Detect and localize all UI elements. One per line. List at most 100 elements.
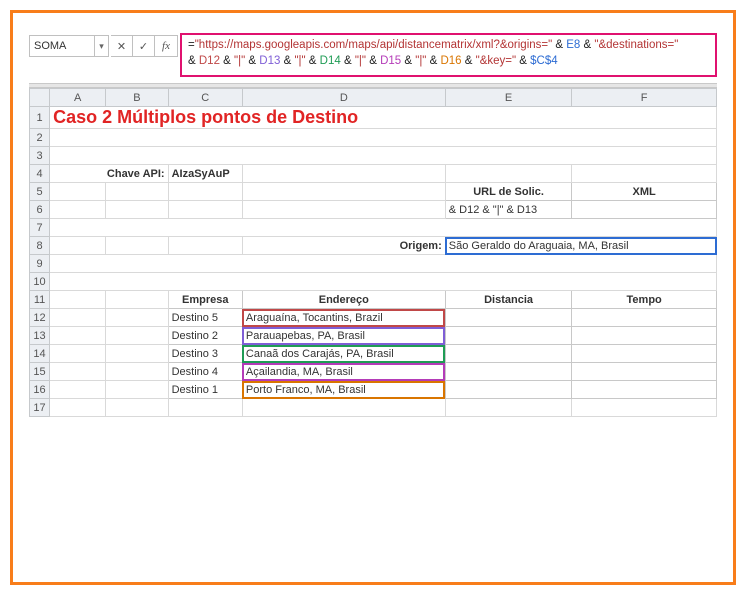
cell-D12[interactable]: Araguaína, Tocantins, Brazil	[242, 309, 445, 327]
row-header[interactable]: 7	[30, 219, 50, 237]
api-key-label[interactable]: Chave API:	[50, 165, 169, 183]
cell[interactable]	[106, 183, 168, 201]
cell[interactable]	[572, 381, 717, 399]
name-box-wrap[interactable]: ▾	[29, 35, 109, 57]
cell[interactable]	[572, 327, 717, 345]
accept-formula-button[interactable]: ✓	[133, 36, 155, 56]
row-header[interactable]: 15	[30, 363, 50, 381]
cell[interactable]	[168, 237, 242, 255]
name-box-dropdown-icon[interactable]: ▾	[94, 36, 108, 56]
cell[interactable]	[106, 201, 168, 219]
row-header[interactable]: 8	[30, 237, 50, 255]
row-header[interactable]: 2	[30, 129, 50, 147]
cell[interactable]	[50, 399, 106, 417]
cell-C4-api-key[interactable]: AIzaSyAuP	[168, 165, 242, 183]
cell[interactable]	[50, 237, 106, 255]
table-row[interactable]: Destino 1	[168, 381, 242, 399]
row-header[interactable]: 16	[30, 381, 50, 399]
worksheet[interactable]: A B C D E F 1 Caso 2 Múltiplos pontos de…	[29, 88, 717, 417]
fx-button[interactable]: fx	[155, 36, 177, 56]
cell[interactable]	[168, 183, 242, 201]
cell[interactable]	[50, 201, 106, 219]
col-header-B[interactable]: B	[106, 89, 168, 107]
cell[interactable]	[106, 327, 168, 345]
row-header[interactable]: 13	[30, 327, 50, 345]
col-empresa[interactable]: Empresa	[168, 291, 242, 309]
cell[interactable]	[50, 381, 106, 399]
row-header[interactable]: 14	[30, 345, 50, 363]
row-header[interactable]: 17	[30, 399, 50, 417]
cell[interactable]	[168, 201, 242, 219]
row-header[interactable]: 1	[30, 107, 50, 129]
cell[interactable]	[572, 345, 717, 363]
cell-E8-origem[interactable]: São Geraldo do Araguaia, MA, Brasil	[445, 237, 716, 255]
cell[interactable]	[106, 399, 168, 417]
cell[interactable]	[50, 129, 717, 147]
cell[interactable]	[242, 201, 445, 219]
row-header[interactable]: 10	[30, 273, 50, 291]
cell[interactable]	[106, 291, 168, 309]
cell[interactable]	[242, 399, 445, 417]
cell[interactable]	[572, 363, 717, 381]
cell[interactable]	[50, 363, 106, 381]
cell[interactable]	[445, 327, 572, 345]
url-header[interactable]: URL de Solic.	[445, 183, 572, 201]
cell[interactable]	[445, 345, 572, 363]
col-tempo[interactable]: Tempo	[572, 291, 717, 309]
cell[interactable]	[50, 273, 717, 291]
row-header[interactable]: 11	[30, 291, 50, 309]
cell[interactable]	[572, 399, 717, 417]
row-header[interactable]: 4	[30, 165, 50, 183]
cell[interactable]	[445, 381, 572, 399]
row-header[interactable]: 12	[30, 309, 50, 327]
cell[interactable]	[50, 309, 106, 327]
cell-A1[interactable]: Caso 2 Múltiplos pontos de Destino	[50, 107, 717, 129]
col-distancia[interactable]: Distancia	[445, 291, 572, 309]
table-row[interactable]: Destino 2	[168, 327, 242, 345]
col-header-F[interactable]: F	[572, 89, 717, 107]
row-header[interactable]: 5	[30, 183, 50, 201]
table-row[interactable]: Destino 5	[168, 309, 242, 327]
cell[interactable]	[168, 399, 242, 417]
cell[interactable]	[242, 183, 445, 201]
xml-header[interactable]: XML	[572, 183, 717, 201]
cell[interactable]	[445, 399, 572, 417]
cell[interactable]	[445, 363, 572, 381]
row-header[interactable]: 9	[30, 255, 50, 273]
cell[interactable]	[106, 363, 168, 381]
table-row[interactable]: Destino 4	[168, 363, 242, 381]
cell-E6-editing[interactable]: & D12 & "|" & D13	[445, 201, 572, 219]
cell[interactable]	[445, 165, 572, 183]
cell-D13[interactable]: Parauapebas, PA, Brasil	[242, 327, 445, 345]
select-all-corner[interactable]	[30, 89, 50, 107]
cell[interactable]	[572, 309, 717, 327]
cell-D16[interactable]: Porto Franco, MA, Brasil	[242, 381, 445, 399]
col-header-A[interactable]: A	[50, 89, 106, 107]
cell-D15[interactable]: Açailandia, MA, Brasil	[242, 363, 445, 381]
cell[interactable]	[50, 327, 106, 345]
row-header[interactable]: 6	[30, 201, 50, 219]
cell[interactable]	[106, 309, 168, 327]
cell[interactable]	[106, 345, 168, 363]
cell[interactable]	[445, 309, 572, 327]
cell[interactable]	[50, 345, 106, 363]
cell-D14[interactable]: Canaã dos Carajás, PA, Brasil	[242, 345, 445, 363]
col-header-E[interactable]: E	[445, 89, 572, 107]
origem-label[interactable]: Origem:	[242, 237, 445, 255]
row-header[interactable]: 3	[30, 147, 50, 165]
cell[interactable]	[242, 165, 445, 183]
cancel-formula-button[interactable]: ✕	[111, 36, 133, 56]
col-endereco[interactable]: Endereço	[242, 291, 445, 309]
cell-F6[interactable]	[572, 201, 717, 219]
cell[interactable]	[572, 165, 717, 183]
name-box[interactable]	[30, 40, 94, 52]
cell[interactable]	[50, 255, 717, 273]
formula-bar[interactable]: ="https://maps.googleapis.com/maps/api/d…	[180, 33, 717, 77]
col-header-D[interactable]: D	[242, 89, 445, 107]
col-header-C[interactable]: C	[168, 89, 242, 107]
cell[interactable]	[50, 219, 717, 237]
cell[interactable]	[50, 147, 717, 165]
cell[interactable]	[106, 381, 168, 399]
table-row[interactable]: Destino 3	[168, 345, 242, 363]
cell[interactable]	[50, 291, 106, 309]
